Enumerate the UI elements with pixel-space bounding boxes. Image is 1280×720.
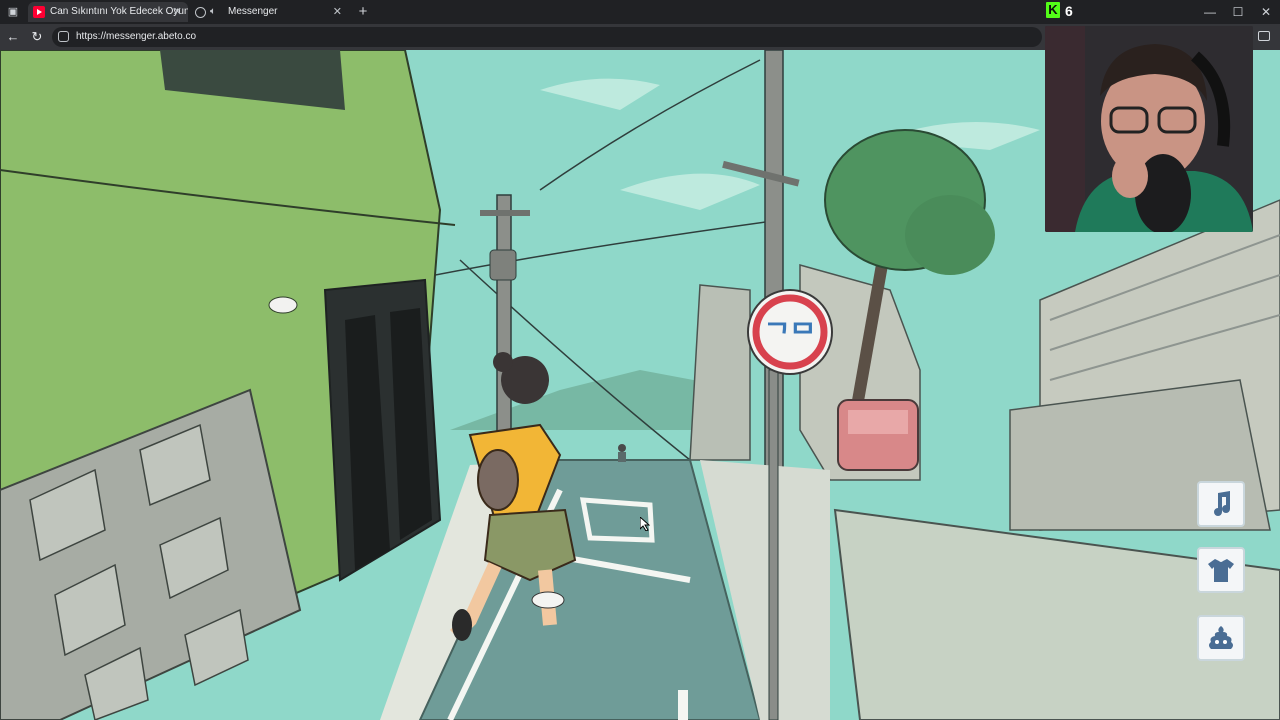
- tab-title: Can Sıkıntını Yok Edecek Oyun! -: [50, 6, 188, 17]
- webcam-feed: [1045, 26, 1253, 232]
- outfit-button[interactable]: [1197, 547, 1245, 593]
- omnibox[interactable]: https://messenger.abeto.co: [52, 27, 1042, 47]
- browser-tab-strip: ▣ Can Sıkıntını Yok Edecek Oyun! - ✕ 🔈︎ …: [0, 0, 1280, 24]
- side-panel-icon[interactable]: [1258, 31, 1270, 41]
- youtube-icon: [33, 6, 45, 18]
- maximize-button[interactable]: ☐: [1224, 0, 1252, 24]
- viewer-count: 6: [1065, 3, 1073, 19]
- shirt-icon: [1208, 559, 1234, 582]
- emote-button[interactable]: [1197, 615, 1245, 661]
- close-tab-icon[interactable]: ✕: [333, 2, 342, 22]
- tab-youtube[interactable]: Can Sıkıntını Yok Edecek Oyun! - ✕: [28, 2, 188, 22]
- webcam-overlay: [1045, 26, 1253, 232]
- music-button[interactable]: [1197, 481, 1245, 527]
- globe-icon: [195, 7, 206, 18]
- window-menu-icon[interactable]: ▣: [6, 5, 20, 19]
- stop-sign-glyph: ᄀᄆ: [764, 318, 816, 351]
- tab-title: Messenger: [228, 6, 278, 17]
- reload-button[interactable]: ↻: [28, 28, 46, 46]
- back-button[interactable]: ←: [4, 28, 22, 46]
- speaker-icon[interactable]: 🔈︎: [210, 2, 216, 22]
- kick-logo-icon: K: [1046, 2, 1060, 18]
- minimize-button[interactable]: —: [1196, 0, 1224, 24]
- new-tab-button[interactable]: +: [354, 2, 372, 22]
- music-note-icon: [1214, 491, 1230, 516]
- close-window-button[interactable]: ✕: [1252, 0, 1280, 24]
- site-info-icon[interactable]: [58, 31, 69, 42]
- close-tab-icon[interactable]: ✕: [173, 2, 182, 22]
- kick-viewer-badge: K6: [1046, 2, 1073, 20]
- mouse-cursor: [640, 517, 650, 531]
- poop-icon: [1209, 626, 1233, 649]
- tab-messenger[interactable]: 🔈︎ Messenger ✕: [190, 2, 348, 22]
- url-text[interactable]: https://messenger.abeto.co: [76, 27, 196, 47]
